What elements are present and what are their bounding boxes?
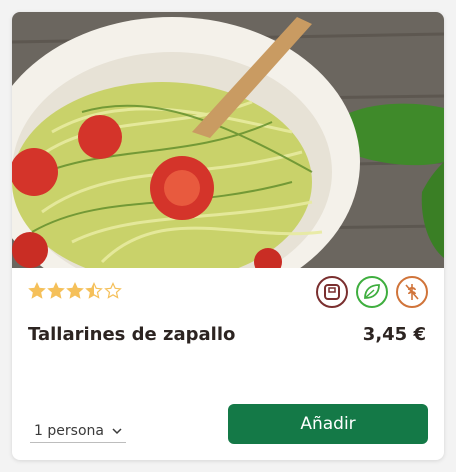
scale-icon — [316, 276, 348, 308]
leaf-icon — [356, 276, 388, 308]
star-icon — [28, 282, 46, 299]
star-icon — [85, 282, 103, 299]
diet-badges — [316, 276, 428, 308]
portion-label: 1 persona — [34, 423, 104, 439]
product-image[interactable] — [12, 12, 444, 268]
star-rating — [28, 282, 122, 302]
add-button[interactable]: Añadir — [228, 404, 428, 444]
product-card: Tallarines de zapallo 3,45 € 1 persona A… — [12, 12, 444, 460]
product-title[interactable]: Tallarines de zapallo — [28, 324, 235, 345]
wheat-free-icon — [396, 276, 428, 308]
portion-select[interactable]: 1 persona — [30, 420, 126, 443]
star-icon — [104, 282, 122, 299]
chevron-down-icon — [112, 428, 122, 435]
product-price: 3,45 € — [362, 324, 426, 345]
star-icon — [66, 282, 84, 299]
star-icon — [47, 282, 65, 299]
